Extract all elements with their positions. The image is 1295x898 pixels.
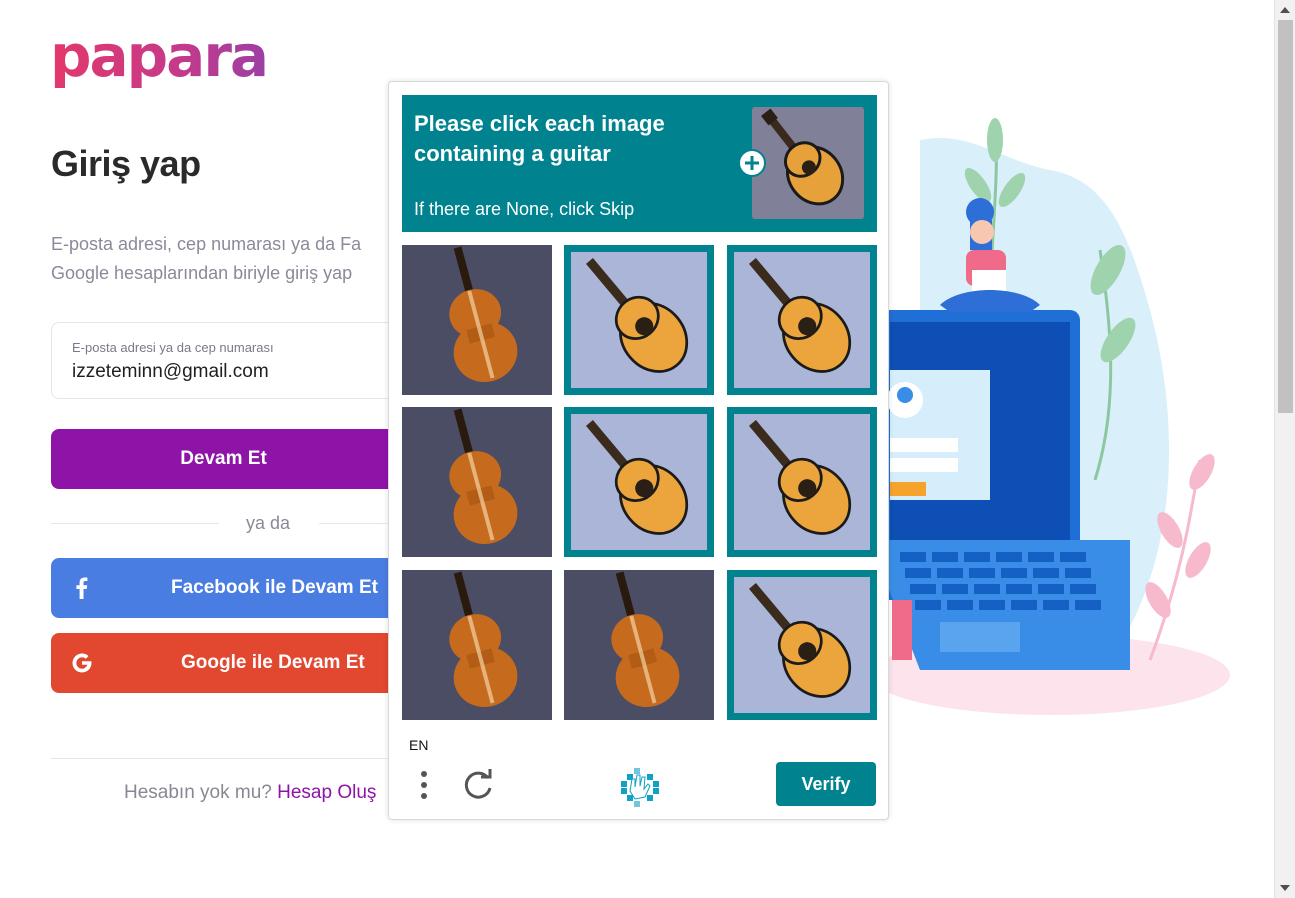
scroll-up-arrow-icon[interactable] <box>1280 7 1290 13</box>
more-options-icon[interactable] <box>411 768 437 802</box>
google-login-label: Google ile Devam Et <box>181 652 365 673</box>
captcha-subtext: If there are None, click Skip <box>414 199 635 219</box>
language-selector[interactable]: EN <box>409 737 428 753</box>
login-description: E-posta adresi, cep numarası ya da Fa Go… <box>51 234 362 283</box>
facebook-login-label: Facebook ile Devam Et <box>171 577 378 598</box>
scroll-down-arrow-icon[interactable] <box>1280 885 1290 891</box>
guitar-image <box>571 414 707 550</box>
captcha-challenge: Please click each image containing a gui… <box>388 81 889 820</box>
email-field-value[interactable]: izzeteminn@gmail.com <box>72 361 269 383</box>
facebook-icon <box>76 577 88 599</box>
violin-image <box>402 407 552 557</box>
divider-text: ya da <box>246 513 291 533</box>
guitar-image <box>734 414 870 550</box>
expand-example-icon[interactable] <box>738 149 766 177</box>
laptop-illustration <box>880 118 1230 715</box>
captcha-prompt: Please click each image containing a gui… <box>414 111 665 166</box>
continue-button[interactable]: Devam Et <box>51 429 396 489</box>
violin-image <box>402 570 552 720</box>
footer-divider <box>51 758 396 759</box>
email-field-label: E-posta adresi ya da cep numarası <box>72 340 274 355</box>
signup-question: Hesabın yok mu? <box>124 782 272 803</box>
violin-image <box>402 245 552 395</box>
page-scrollbar[interactable] <box>1274 0 1295 898</box>
scroll-thumb[interactable] <box>1278 20 1293 413</box>
captcha-tile-guitar-selected[interactable] <box>727 407 877 557</box>
divider-left <box>51 523 219 524</box>
captcha-tile-violin[interactable] <box>402 570 552 720</box>
google-login-button[interactable]: Google ile Devam Et <box>51 633 396 693</box>
refresh-icon[interactable] <box>459 766 497 804</box>
guitar-image <box>734 577 870 713</box>
google-icon <box>72 653 92 673</box>
guitar-image <box>571 252 707 388</box>
papara-logo[interactable]: papara <box>50 22 269 90</box>
captcha-tile-guitar-selected[interactable] <box>727 245 877 395</box>
continue-button-label: Devam Et <box>180 448 267 469</box>
facebook-login-button[interactable]: Facebook ile Devam Et <box>51 558 396 618</box>
page-title: Giriş yap <box>51 143 201 184</box>
signup-prompt: Hesabın yok mu? Hesap Oluş <box>124 782 376 804</box>
guitar-image <box>734 252 870 388</box>
captcha-tile-violin[interactable] <box>402 245 552 395</box>
captcha-tile-guitar-selected[interactable] <box>727 570 877 720</box>
verify-button-label: Verify <box>801 773 851 794</box>
email-field[interactable]: E-posta adresi ya da cep numarası izzete… <box>51 322 396 399</box>
divider-right <box>319 523 396 524</box>
captcha-tile-violin[interactable] <box>402 407 552 557</box>
signup-link[interactable]: Hesap Oluş <box>277 782 376 803</box>
captcha-header: Please click each image containing a gui… <box>402 95 877 232</box>
violin-image <box>564 570 714 720</box>
example-guitar-image <box>752 107 864 219</box>
captcha-tile-guitar-selected[interactable] <box>564 407 714 557</box>
captcha-tile-violin[interactable] <box>564 570 714 720</box>
captcha-tile-guitar-selected[interactable] <box>564 245 714 395</box>
verify-button[interactable]: Verify <box>776 762 876 806</box>
hcaptcha-logo-icon[interactable] <box>617 765 661 809</box>
